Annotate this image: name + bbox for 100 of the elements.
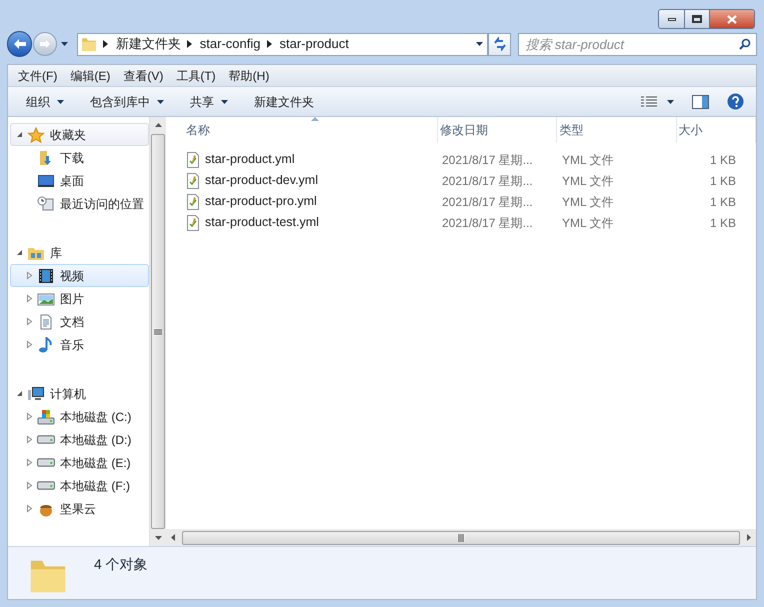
folder-icon	[80, 36, 97, 52]
expand-arrow-icon[interactable]	[25, 317, 34, 326]
column-header[interactable]: 大小	[676, 117, 756, 143]
nav-item-label: 视频	[60, 268, 84, 284]
nav-group-label: 收藏夹	[50, 126, 86, 144]
menu-item[interactable]: 查看(V)	[117, 66, 170, 84]
drive-icon	[37, 481, 55, 490]
nav-item[interactable]: 本地磁盘 (E:)	[10, 451, 149, 474]
table-cell-text: 1 KB	[708, 194, 736, 210]
desktop-icon	[37, 172, 55, 188]
expand-arrow-icon[interactable]	[25, 458, 34, 467]
nav-group-header[interactable]: 库	[10, 241, 149, 264]
file-name[interactable]: star-product.yml	[205, 150, 295, 169]
collapse-arrow-icon[interactable]	[15, 130, 24, 139]
nav-item-label: 桌面	[60, 172, 84, 190]
nav-item-label: 文档	[60, 314, 84, 330]
minimize-button[interactable]	[659, 10, 685, 28]
nav-item-label: 本地磁盘 (E:)	[60, 454, 131, 472]
nav-item-label: 坚果云	[60, 500, 96, 518]
search-field[interactable]: 搜索 star-product	[518, 32, 757, 56]
nav-item[interactable]: 本地磁盘 (F:)	[10, 474, 149, 497]
scroll-right-icon[interactable]	[744, 534, 752, 541]
nav-item[interactable]: 文档	[10, 310, 149, 333]
file-name[interactable]: star-product-test.yml	[205, 213, 319, 232]
nav-item[interactable]: 音乐	[10, 333, 149, 356]
refresh-button[interactable]	[488, 32, 512, 56]
nav-item[interactable]: 下载	[10, 146, 149, 169]
refresh-icon	[492, 37, 507, 51]
scroll-thumb[interactable]	[151, 134, 165, 529]
menu-item[interactable]: 帮助(H)	[222, 66, 276, 84]
scroll-thumb[interactable]	[182, 530, 740, 544]
help-icon	[727, 93, 744, 110]
preview-pane-button[interactable]	[692, 94, 709, 108]
back-button[interactable]	[7, 31, 32, 57]
breadcrumb-arrow-icon[interactable]	[102, 40, 108, 48]
nav-item[interactable]: 图片	[10, 287, 149, 310]
nav-item-label: 本地磁盘 (F:)	[60, 478, 130, 494]
breadcrumb-arrow-icon[interactable]	[266, 40, 272, 48]
view-options-button[interactable]	[641, 96, 674, 108]
help-button[interactable]	[727, 93, 744, 110]
horizontal-scrollbar[interactable]	[166, 529, 756, 546]
nav-item[interactable]: 本地磁盘 (D:)	[10, 428, 149, 451]
back-arrow-icon	[12, 38, 27, 50]
table-cell-text: 1 KB	[708, 172, 736, 190]
table-cell-text: YML 文件	[562, 152, 615, 168]
table-cell-text: YML 文件	[562, 172, 615, 190]
expand-arrow-icon[interactable]	[25, 340, 34, 349]
menu-item[interactable]: 工具(T)	[170, 66, 222, 84]
expand-arrow-icon[interactable]	[25, 435, 34, 444]
dropdown-caret-icon	[157, 100, 164, 104]
breadcrumb-item[interactable]: 新建文件夹	[116, 34, 181, 54]
nav-item[interactable]: 视频	[10, 264, 149, 287]
file-name[interactable]: star-product-dev.yml	[205, 171, 318, 190]
table-cell-text: 1 KB	[708, 152, 736, 168]
breadcrumb-arrow-icon[interactable]	[186, 40, 192, 48]
toolbar-button[interactable]: 组织	[20, 92, 70, 110]
expand-arrow-icon[interactable]	[25, 294, 34, 303]
nav-item[interactable]: 桌面	[10, 169, 149, 192]
details-view-icon	[641, 96, 657, 108]
nav-item[interactable]: 最近访问的位置	[10, 192, 149, 215]
close-button[interactable]	[710, 10, 754, 28]
column-header[interactable]: 修改日期	[438, 117, 558, 143]
picture-icon	[37, 290, 55, 306]
nav-group-header[interactable]: 计算机	[10, 382, 149, 405]
menu-item[interactable]: 编辑(E)	[64, 66, 116, 84]
breadcrumb-item[interactable]: star-product	[280, 34, 349, 54]
search-icon[interactable]	[739, 38, 751, 50]
vertical-scrollbar[interactable]	[149, 117, 166, 546]
expand-arrow-icon[interactable]	[25, 271, 34, 280]
table-cell-text: 1 KB	[708, 214, 736, 232]
toolbar-button[interactable]: 共享	[184, 92, 234, 110]
nav-item-label: 图片	[60, 290, 84, 308]
sort-arrow-icon	[310, 117, 319, 121]
collapse-arrow-icon[interactable]	[15, 389, 24, 398]
toolbar-button[interactable]: 包含到库中	[84, 92, 170, 110]
expand-arrow-icon[interactable]	[25, 504, 34, 513]
expand-arrow-icon[interactable]	[25, 412, 34, 421]
toolbar-button[interactable]: 新建文件夹	[248, 92, 320, 110]
nav-item-label: 下载	[60, 150, 84, 166]
preview-pane-icon	[692, 94, 709, 108]
table-cell-text: 2021/8/17 星期...	[442, 152, 534, 168]
file-name[interactable]: star-product-pro.yml	[205, 192, 317, 211]
grip-icon	[458, 534, 464, 542]
menu-item[interactable]: 文件(F)	[12, 66, 64, 84]
address-bar[interactable]: 新建文件夹 star-config star-product	[76, 32, 488, 56]
text-file-icon	[186, 152, 200, 168]
column-header[interactable]: 名称	[184, 117, 438, 143]
collapse-arrow-icon[interactable]	[15, 248, 24, 257]
column-header[interactable]: 类型	[557, 117, 677, 143]
close-icon	[727, 14, 737, 24]
nav-group-label: 计算机	[50, 386, 86, 402]
nav-group-header[interactable]: 收藏夹	[10, 123, 149, 146]
caret-icon	[61, 42, 68, 46]
nav-item[interactable]: 本地磁盘 (C:)	[10, 405, 149, 428]
maximize-button[interactable]	[685, 10, 710, 28]
status-text: 4 个对象	[94, 555, 148, 574]
scroll-left-icon[interactable]	[170, 534, 178, 541]
nav-item[interactable]: 坚果云	[10, 497, 149, 520]
expand-arrow-icon[interactable]	[25, 481, 34, 490]
breadcrumb-item[interactable]: star-config	[200, 34, 260, 54]
